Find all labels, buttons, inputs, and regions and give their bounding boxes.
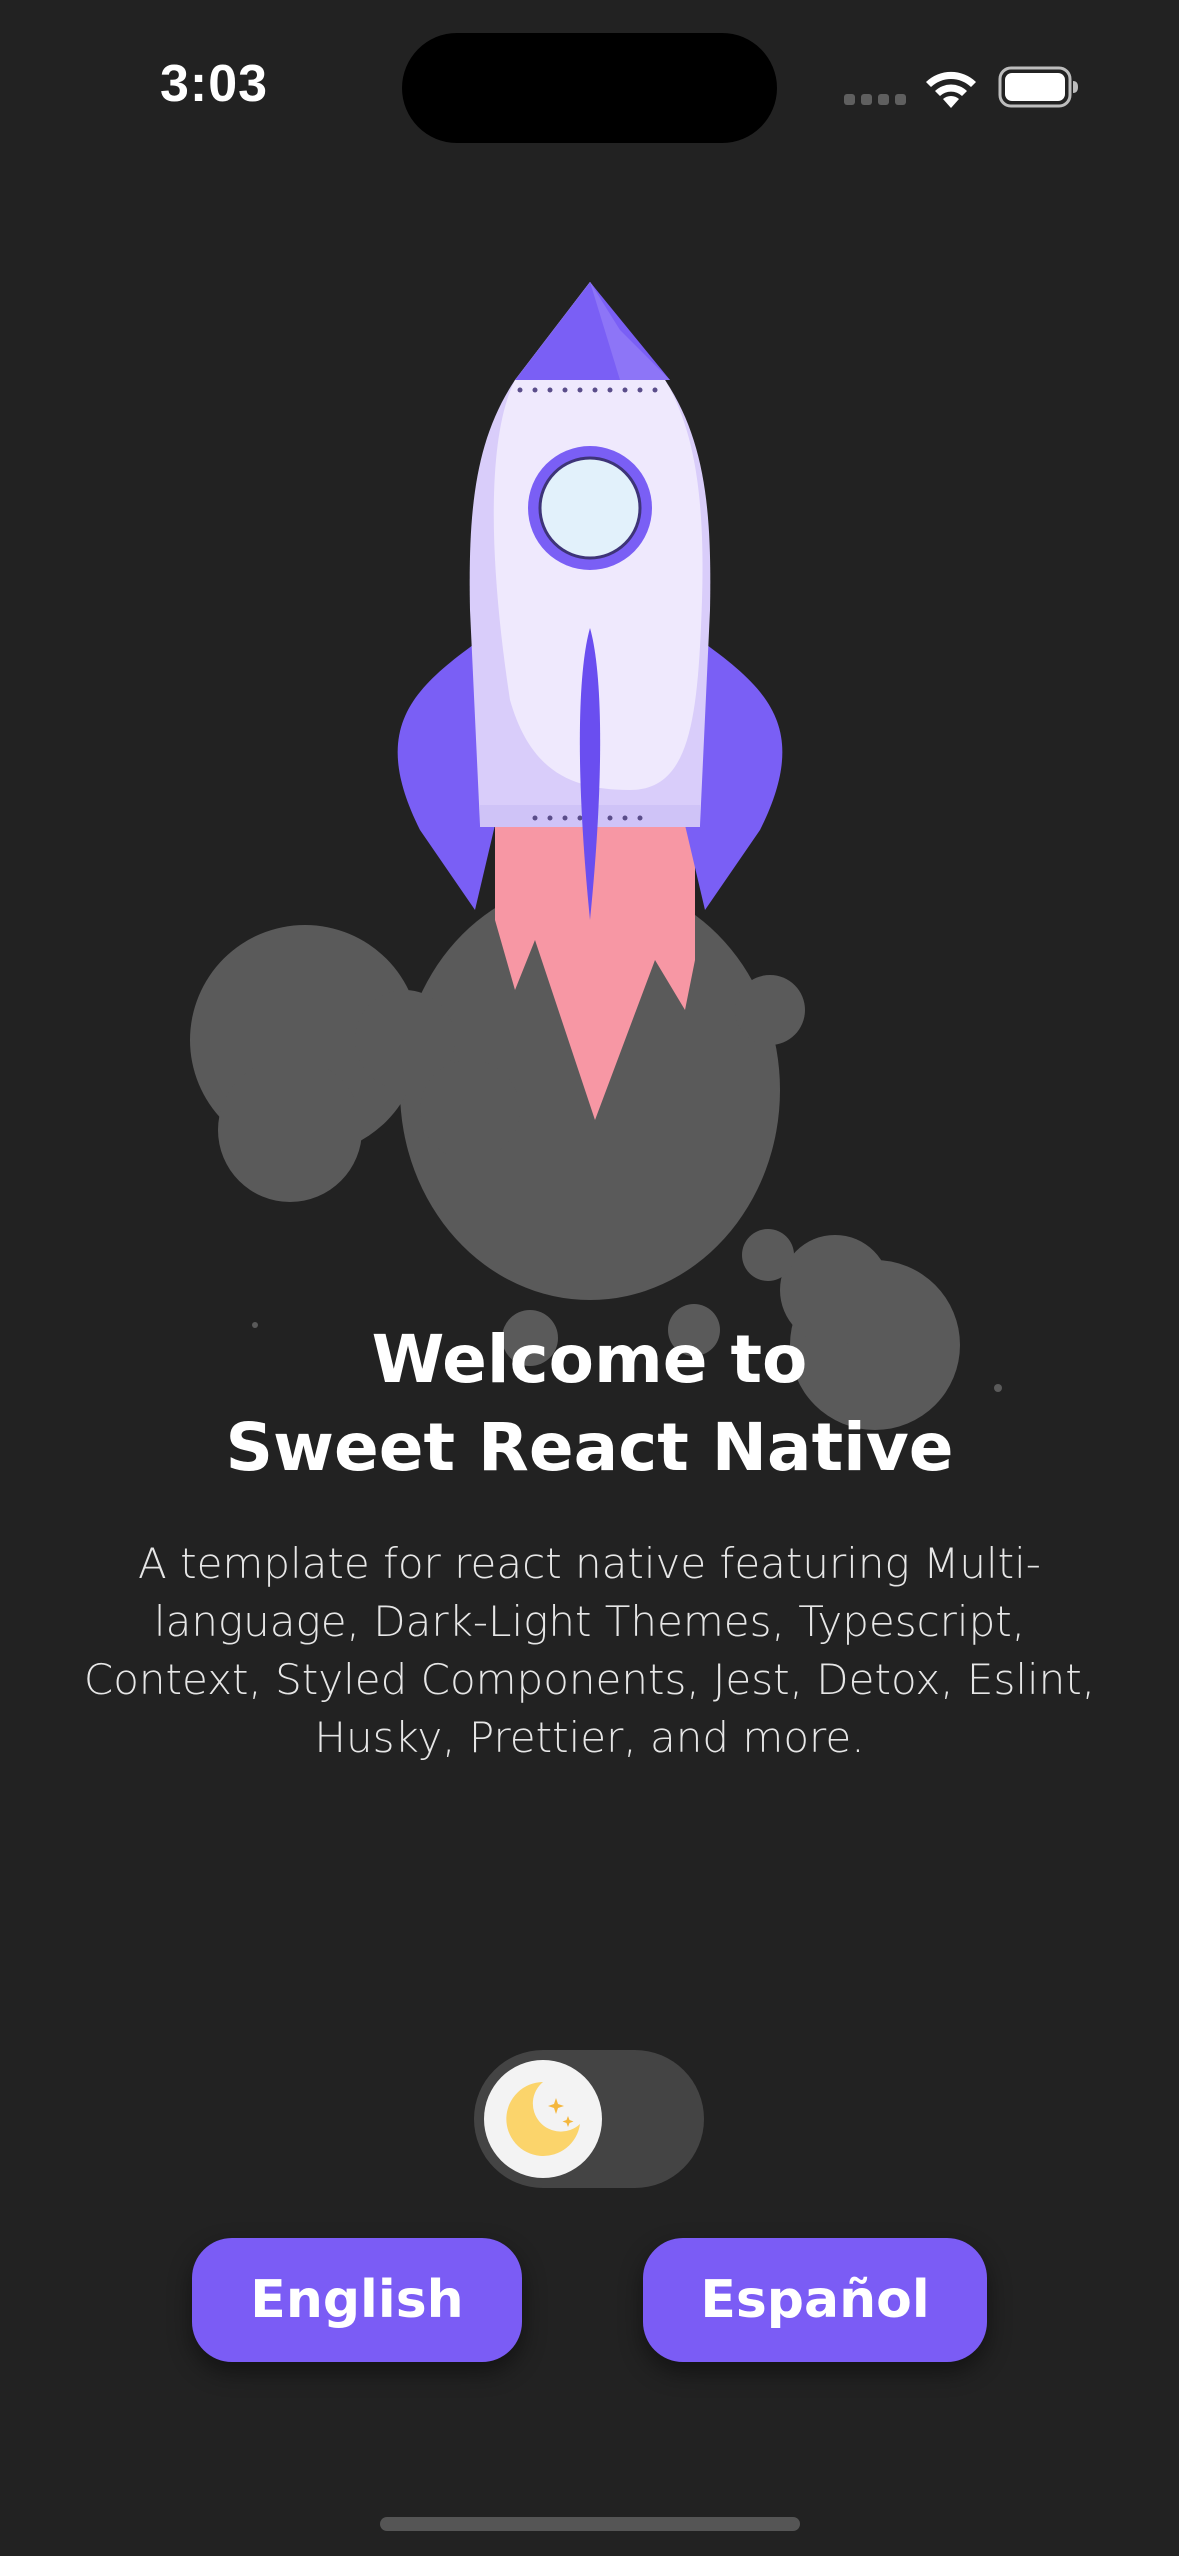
toggle-knob — [484, 2060, 602, 2178]
dynamic-island — [402, 33, 777, 143]
status-time: 3:03 — [160, 55, 269, 113]
theme-toggle[interactable] — [474, 2050, 704, 2188]
wifi-icon — [926, 71, 976, 108]
welcome-title-line1: Welcome to — [371, 1321, 808, 1398]
english-language-button[interactable]: English — [192, 2238, 522, 2362]
home-indicator[interactable] — [380, 2517, 800, 2531]
cellular-signal-icon — [844, 94, 906, 105]
spanish-language-button[interactable]: Español — [643, 2238, 987, 2362]
rocket-illustration — [190, 282, 1002, 1430]
moon-icon — [506, 2082, 580, 2156]
welcome-title-line2: Sweet React Native — [225, 1409, 954, 1486]
welcome-description: A template for react native featuring Mu… — [83, 1539, 1096, 1762]
battery-icon — [998, 66, 1078, 108]
